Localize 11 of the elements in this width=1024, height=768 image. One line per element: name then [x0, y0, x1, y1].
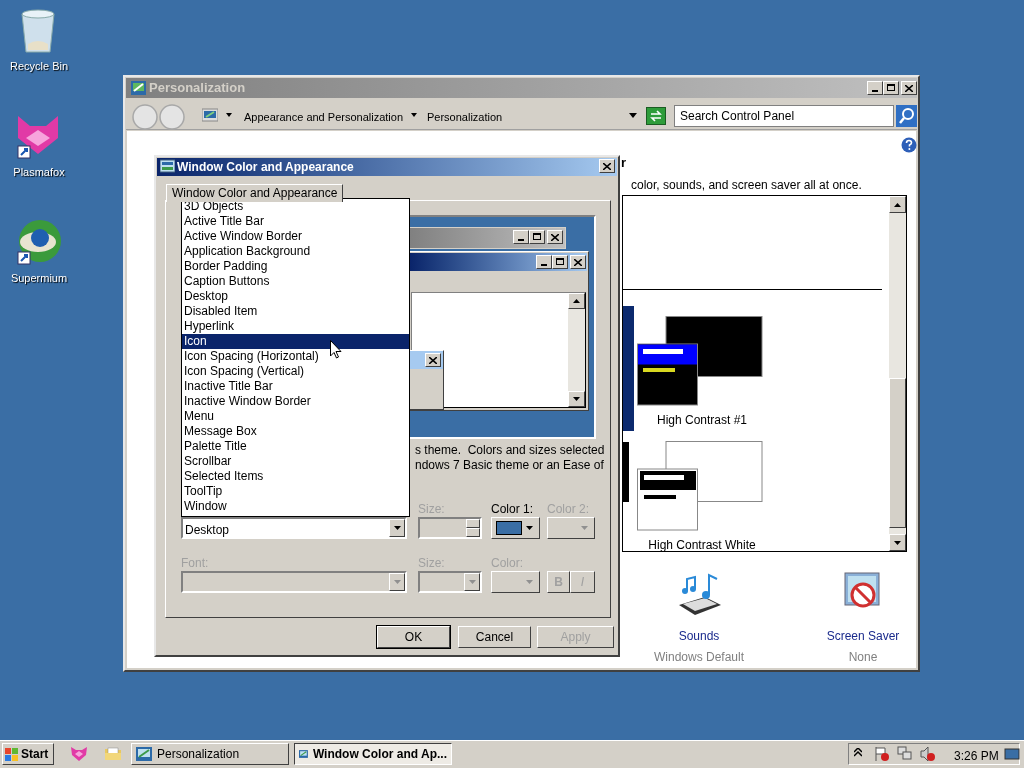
clock-text: 3:26 PM — [954, 748, 999, 765]
setting-value: None — [848, 649, 878, 666]
field-label: Color 1: — [491, 501, 534, 518]
window-title: Personalization — [149, 81, 246, 95]
note-text: s theme. Colors and sizes selected — [415, 443, 605, 458]
heading-text: r — [621, 154, 627, 172]
description-text: color, sounds, and screen saver all at once. — [631, 177, 862, 194]
item-value: Desktop — [185, 522, 230, 539]
setting-value: Windows Default — [653, 649, 744, 666]
dialog-title: Window Color and Appearance — [177, 160, 354, 174]
note-text: ndows 7 Basic theme or an Ease of — [415, 458, 605, 473]
